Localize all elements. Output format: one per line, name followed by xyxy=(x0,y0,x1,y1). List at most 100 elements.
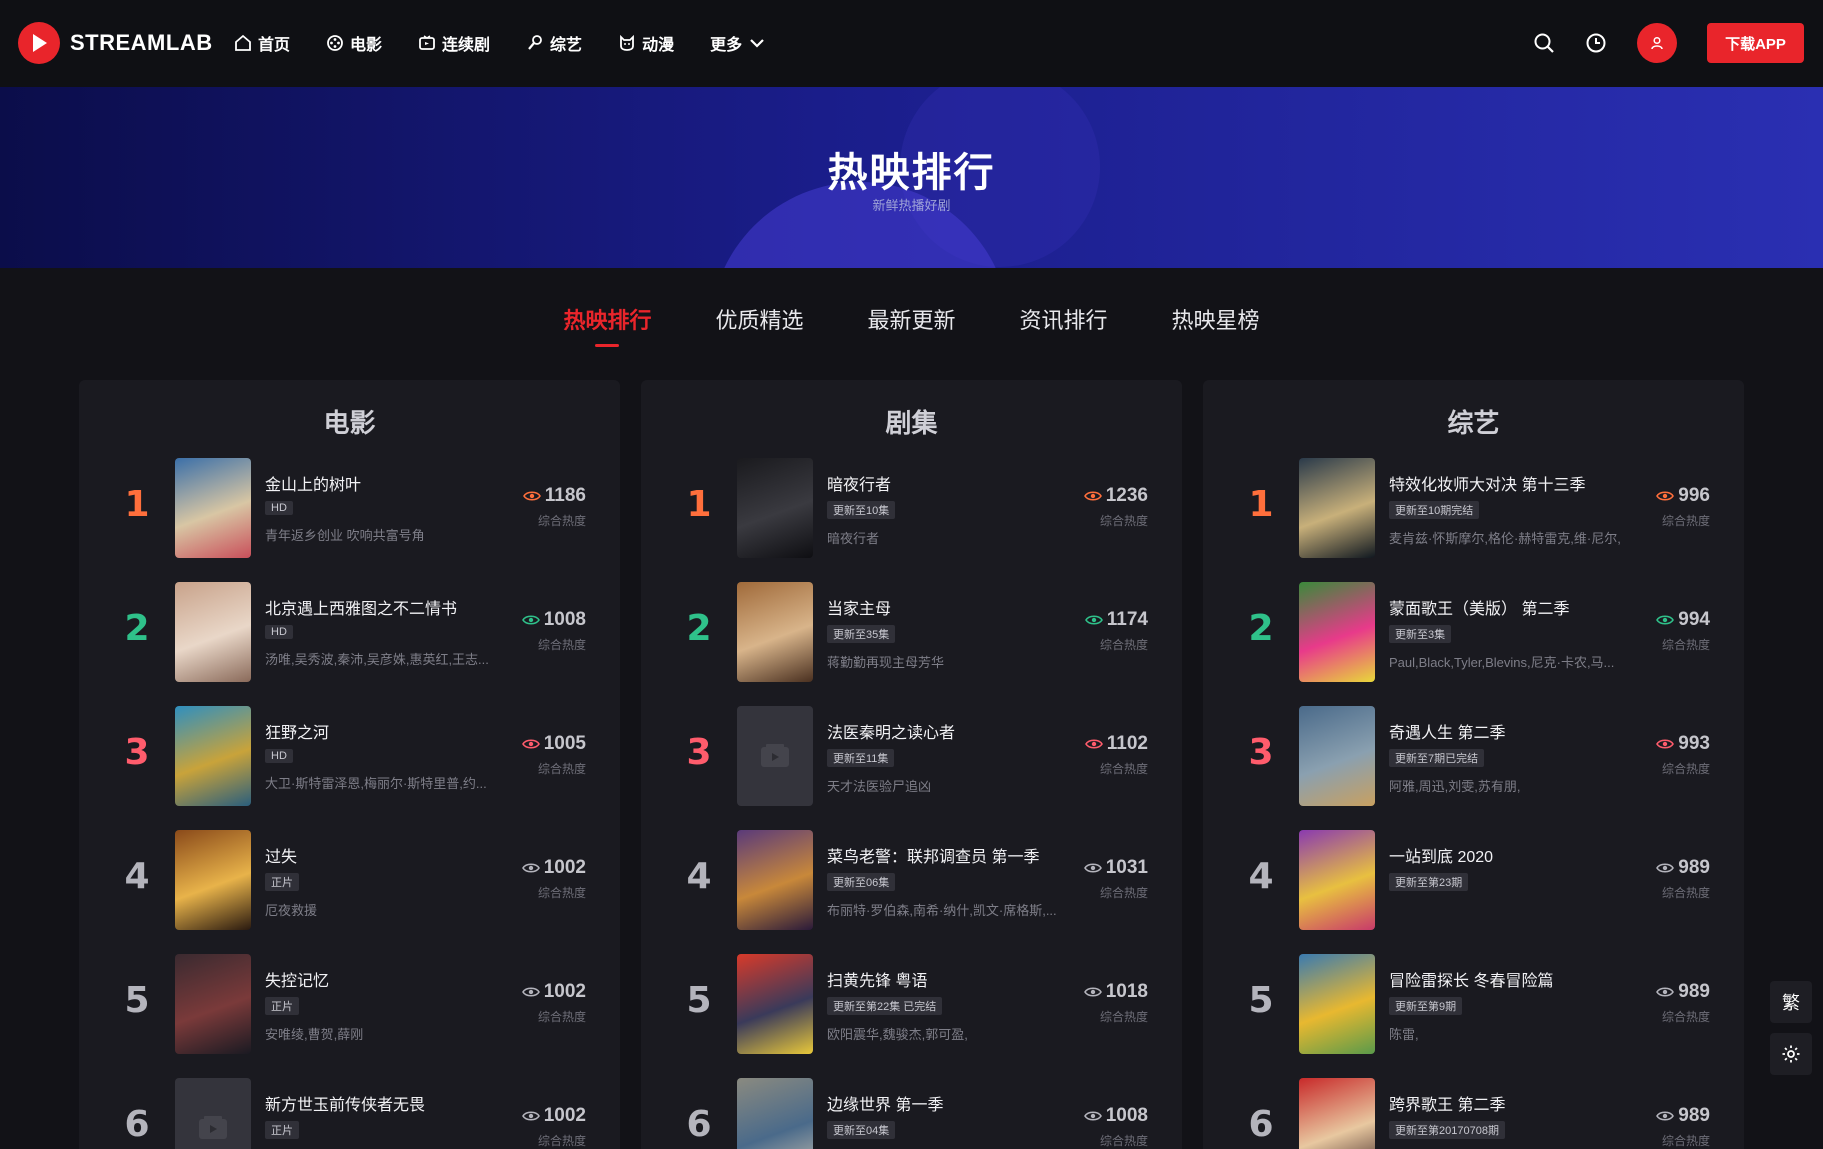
eye-icon xyxy=(1656,987,1675,997)
poster-thumbnail[interactable] xyxy=(1299,458,1375,558)
poster-thumbnail[interactable] xyxy=(1299,706,1375,806)
nav-more[interactable]: 更多 xyxy=(710,31,766,55)
poster-thumbnail[interactable] xyxy=(1299,582,1375,682)
heat-label: 综合热度 xyxy=(537,1134,586,1148)
nav-movies[interactable]: 电影 xyxy=(326,31,382,55)
status-badge: 更新至3集 xyxy=(1389,625,1452,643)
item-info: 特效化妆师大对决 第十三季 更新至10期完结 麦肯兹·怀斯摩尔,格伦·赫特雷克,维·… xyxy=(1389,471,1634,547)
tab-star-ranking[interactable]: 热映星榜 xyxy=(1172,303,1260,335)
poster-thumbnail[interactable] xyxy=(1299,830,1375,930)
movie-ranking-panel: 电影 1 金山上的树叶 HD 青年返乡创业 吹响共富号角 1186 综合热度 2 北京遇上西雅… xyxy=(79,380,620,1149)
item-title[interactable]: 新方世玉前传侠者无畏 xyxy=(265,1091,510,1115)
item-title[interactable]: 冒险雷探长 冬春冒险篇 xyxy=(1389,967,1634,991)
download-app-button[interactable]: 下载APP xyxy=(1707,23,1804,63)
poster-thumbnail[interactable] xyxy=(175,830,251,930)
item-title[interactable]: 暗夜行者 xyxy=(827,471,1072,495)
ranking-row[interactable]: 6 边缘世界 第一季 更新至04集 1008 综合热度 xyxy=(641,1078,1182,1149)
poster-thumbnail[interactable] xyxy=(737,582,813,682)
item-info: 一站到底 2020 更新至第23期 xyxy=(1389,843,1634,891)
ranking-row[interactable]: 5 冒险雷探长 冬春冒险篇 更新至第9期 陈雷, 989 综合热度 xyxy=(1203,954,1744,1054)
history-clock-icon[interactable] xyxy=(1581,28,1611,58)
ranking-row[interactable]: 4 一站到底 2020 更新至第23期 989 综合热度 xyxy=(1203,830,1744,930)
poster-thumbnail[interactable] xyxy=(1299,1078,1375,1149)
traditional-chinese-toggle[interactable]: 繁 xyxy=(1770,981,1812,1023)
item-title[interactable]: 法医秦明之读心者 xyxy=(827,719,1072,743)
item-title[interactable]: 一站到底 2020 xyxy=(1389,843,1634,867)
item-title[interactable]: 菜鸟老警：联邦调查员 第一季 xyxy=(827,843,1072,867)
item-title[interactable]: 蒙面歌王（美版） 第二季 xyxy=(1389,595,1634,619)
ranking-row[interactable]: 2 蒙面歌王（美版） 第二季 更新至3集 Paul,Black,Tyler,Blevi… xyxy=(1203,582,1744,682)
rank-number: 5 xyxy=(124,980,150,1021)
rank-number: 1 xyxy=(1248,484,1274,525)
settings-gear-icon[interactable] xyxy=(1770,1033,1812,1075)
item-title[interactable]: 特效化妆师大对决 第十三季 xyxy=(1389,471,1634,495)
item-title[interactable]: 奇遇人生 第二季 xyxy=(1389,719,1634,743)
nav-home[interactable]: 首页 xyxy=(234,31,290,55)
ranking-row[interactable]: 1 金山上的树叶 HD 青年返乡创业 吹响共富号角 1186 综合热度 xyxy=(79,458,620,558)
poster-thumbnail[interactable] xyxy=(175,582,251,682)
poster-thumbnail[interactable] xyxy=(1299,954,1375,1054)
item-description: 麦肯兹·怀斯摩尔,格伦·赫特雷克,维·尼尔, xyxy=(1389,531,1621,546)
tab-news-ranking[interactable]: 资讯排行 xyxy=(1020,303,1108,335)
status-badge: HD xyxy=(265,625,293,639)
ranking-row[interactable]: 4 菜鸟老警：联邦调查员 第一季 更新至06集 布丽特·罗伯森,南希·纳什,凯文·席格… xyxy=(641,830,1182,930)
ranking-row[interactable]: 3 法医秦明之读心者 更新至11集 天才法医验尸追凶 1102 综合热度 xyxy=(641,706,1182,806)
ranking-row[interactable]: 2 北京遇上西雅图之不二情书 HD 汤唯,吴秀波,秦沛,吴彦姝,惠英红,王志... 10… xyxy=(79,582,620,682)
heat-value: 1008 xyxy=(1105,1105,1148,1126)
ranking-row[interactable]: 1 特效化妆师大对决 第十三季 更新至10期完结 麦肯兹·怀斯摩尔,格伦·赫特雷克,维… xyxy=(1203,458,1744,558)
eye-icon xyxy=(1656,491,1675,501)
item-title[interactable]: 跨界歌王 第二季 xyxy=(1389,1091,1634,1115)
ranking-row[interactable]: 6 新方世玉前传侠者无畏 正片 1002 综合热度 xyxy=(79,1078,620,1149)
page-subtitle: 新鲜热播好剧 xyxy=(872,198,951,213)
item-info: 冒险雷探长 冬春冒险篇 更新至第9期 陈雷, xyxy=(1389,967,1634,1043)
item-title[interactable]: 狂野之河 xyxy=(265,719,510,743)
poster-thumbnail[interactable] xyxy=(737,1078,813,1149)
poster-thumbnail[interactable] xyxy=(737,954,813,1054)
search-icon[interactable] xyxy=(1529,28,1559,58)
poster-thumbnail[interactable] xyxy=(175,954,251,1054)
item-title[interactable]: 失控记忆 xyxy=(265,967,510,991)
heat-score: 1018 综合热度 xyxy=(1083,981,1148,1025)
poster-thumbnail[interactable] xyxy=(737,830,813,930)
rank-number: 3 xyxy=(1248,732,1274,773)
item-title[interactable]: 过失 xyxy=(265,843,510,867)
user-avatar-button[interactable] xyxy=(1637,23,1677,63)
eye-icon xyxy=(1656,615,1675,625)
ranking-row[interactable]: 4 过失 正片 厄夜救援 1002 综合热度 xyxy=(79,830,620,930)
panel-title: 剧集 xyxy=(885,408,938,438)
poster-thumbnail[interactable] xyxy=(175,458,251,558)
eye-icon xyxy=(521,863,540,873)
page-title: 热映排行 xyxy=(827,151,996,195)
item-title[interactable]: 边缘世界 第一季 xyxy=(827,1091,1072,1115)
tab-hot-ranking[interactable]: 热映排行 xyxy=(563,303,651,335)
poster-thumbnail[interactable] xyxy=(737,706,813,806)
ranking-row[interactable]: 1 暗夜行者 更新至10集 暗夜行者 1236 综合热度 xyxy=(641,458,1182,558)
item-title[interactable]: 当家主母 xyxy=(827,595,1072,619)
eye-icon xyxy=(1083,491,1102,501)
poster-thumbnail[interactable] xyxy=(175,1078,251,1149)
nav-series[interactable]: 连续剧 xyxy=(418,31,490,55)
ranking-row[interactable]: 2 当家主母 更新至35集 蒋勤勤再现主母芳华 1174 综合热度 xyxy=(641,582,1182,682)
heat-value: 1031 xyxy=(1105,857,1148,878)
item-title[interactable]: 扫黄先锋 粤语 xyxy=(827,967,1072,991)
nav-variety[interactable]: 综艺 xyxy=(526,31,582,55)
item-title[interactable]: 北京遇上西雅图之不二情书 xyxy=(265,595,510,619)
tab-quality-picks[interactable]: 优质精选 xyxy=(715,303,803,335)
heat-label: 综合热度 xyxy=(537,514,586,528)
site-logo[interactable]: STREAMLAB xyxy=(18,22,213,64)
poster-thumbnail[interactable] xyxy=(737,458,813,558)
ranking-row[interactable]: 3 奇遇人生 第二季 更新至7期已完结 阿雅,周迅,刘雯,苏有朋, 993 综合热度 xyxy=(1203,706,1744,806)
ranking-row[interactable]: 5 失控记忆 正片 安唯绫,曹贺,薛刚 1002 综合热度 xyxy=(79,954,620,1054)
chevron-down-icon xyxy=(750,39,764,48)
ranking-row[interactable]: 5 扫黄先锋 粤语 更新至第22集 已完结 欧阳震华,魏骏杰,郭可盈, 1018 综合热度 xyxy=(641,954,1182,1054)
nav-anime[interactable]: 动漫 xyxy=(618,31,674,55)
tab-latest-updates[interactable]: 最新更新 xyxy=(867,303,955,335)
ranking-row[interactable]: 6 跨界歌王 第二季 更新至第20170708期 989 综合热度 xyxy=(1203,1078,1744,1149)
item-info: 菜鸟老警：联邦调查员 第一季 更新至06集 布丽特·罗伯森,南希·纳什,凯文·席格斯… xyxy=(827,843,1072,919)
rank-number: 3 xyxy=(124,732,150,773)
poster-thumbnail[interactable] xyxy=(175,706,251,806)
item-title[interactable]: 金山上的树叶 xyxy=(265,471,510,495)
ranking-row[interactable]: 3 狂野之河 HD 大卫·斯特雷泽恩,梅丽尔·斯特里普,约... 1005 综合热度 xyxy=(79,706,620,806)
nav-series-label: 连续剧 xyxy=(442,37,491,54)
heat-label: 综合热度 xyxy=(1099,762,1148,776)
